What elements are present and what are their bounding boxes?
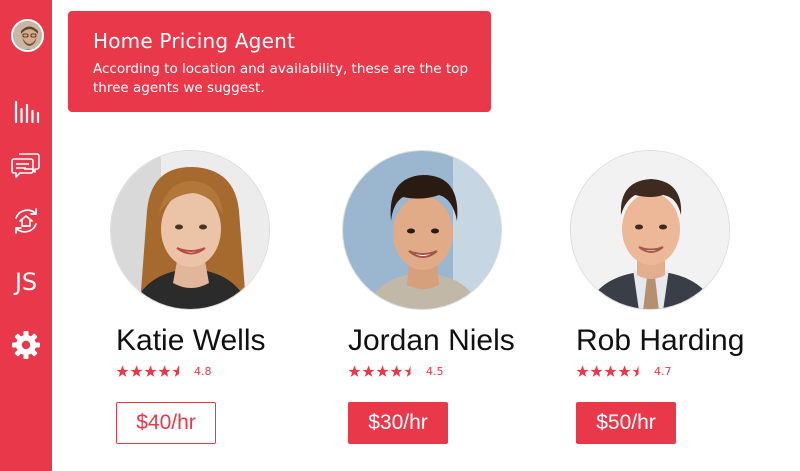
rating-row: 4.7 bbox=[576, 363, 672, 379]
rate-button[interactable]: $40/hr bbox=[116, 402, 216, 444]
agent-card-katie-wells: Katie Wells 4.8 $40/hr bbox=[110, 150, 330, 444]
agent-name: Katie Wells bbox=[116, 324, 266, 357]
agent-card-rob-harding: Rob Harding 4.7 $50/hr bbox=[570, 150, 790, 444]
agent-card-jordan-niels: Jordan Niels 4.5 $30/hr bbox=[342, 150, 562, 444]
star-icon bbox=[116, 365, 129, 377]
agent-photo bbox=[110, 150, 270, 310]
half-star-icon bbox=[632, 365, 639, 377]
banner-title: Home Pricing Agent bbox=[93, 29, 295, 53]
star-icon bbox=[618, 365, 631, 377]
star-icon bbox=[362, 365, 375, 377]
star-rating bbox=[116, 364, 185, 378]
rate-button[interactable]: $30/hr bbox=[348, 402, 448, 444]
rating-row: 4.8 bbox=[116, 363, 212, 379]
half-star-icon bbox=[172, 364, 185, 378]
rating-value: 4.7 bbox=[654, 364, 672, 378]
settings-gear-icon[interactable] bbox=[10, 329, 42, 361]
star-icon bbox=[390, 365, 403, 377]
star-rating bbox=[576, 365, 645, 378]
user-initials-button[interactable]: JS bbox=[0, 268, 52, 296]
sidebar: JS bbox=[0, 0, 52, 471]
info-banner: Home Pricing Agent According to location… bbox=[68, 11, 491, 112]
star-icon bbox=[576, 365, 589, 377]
star-rating bbox=[348, 365, 417, 378]
home-refresh-icon[interactable] bbox=[10, 205, 42, 237]
star-icon bbox=[604, 365, 617, 377]
star-icon bbox=[158, 365, 171, 377]
chat-icon[interactable] bbox=[10, 148, 42, 180]
agent-name: Jordan Niels bbox=[348, 324, 515, 357]
bar-chart-icon[interactable] bbox=[10, 96, 42, 128]
rating-row: 4.5 bbox=[348, 363, 444, 379]
star-icon bbox=[130, 365, 143, 377]
star-icon bbox=[144, 365, 157, 377]
banner-description: According to location and availability, … bbox=[93, 61, 469, 96]
star-icon bbox=[348, 365, 361, 377]
agent-photo bbox=[342, 150, 502, 310]
half-star-icon bbox=[404, 365, 411, 377]
agent-photo bbox=[570, 150, 730, 310]
star-icon bbox=[376, 365, 389, 377]
agent-name: Rob Harding bbox=[576, 324, 745, 357]
star-icon bbox=[590, 365, 603, 377]
rate-button[interactable]: $50/hr bbox=[576, 402, 676, 444]
rating-value: 4.5 bbox=[426, 364, 444, 378]
avatar-image bbox=[13, 21, 42, 50]
rating-value: 4.8 bbox=[194, 364, 212, 378]
user-avatar[interactable] bbox=[11, 19, 44, 52]
